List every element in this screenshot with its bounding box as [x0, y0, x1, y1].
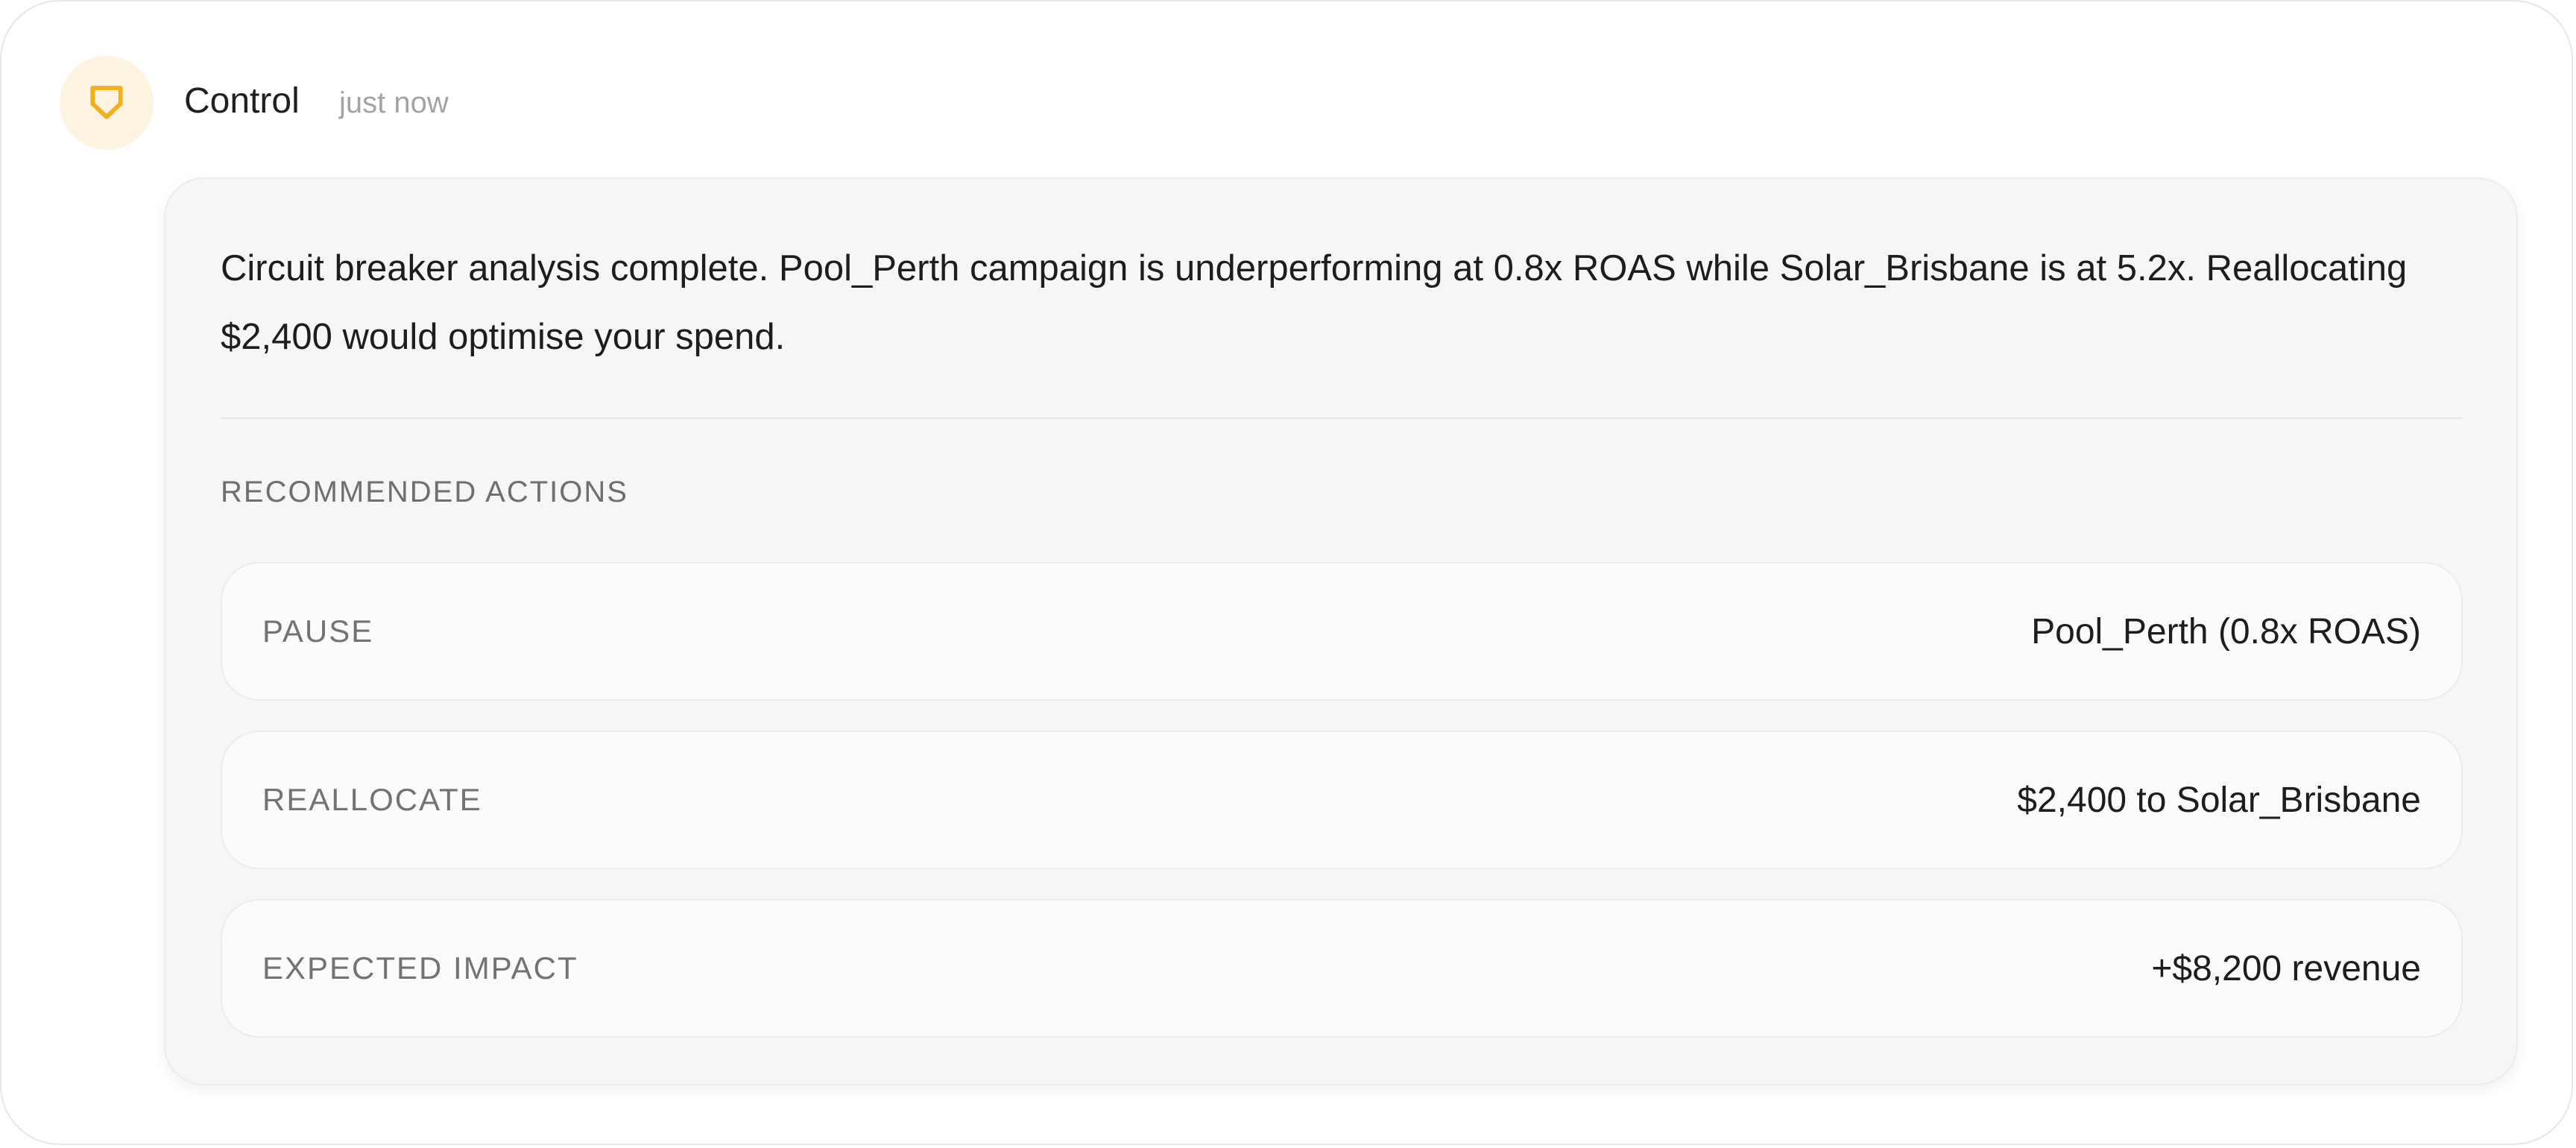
chat-message-card: Control just now Circuit breaker analysi… — [0, 0, 2573, 1145]
action-value: Pool_Perth (0.8x ROAS) — [2031, 611, 2421, 652]
action-value: $2,400 to Solar_Brisbane — [2017, 780, 2421, 820]
recommended-actions-title: RECOMMENDED ACTIONS — [221, 476, 628, 508]
action-value: +$8,200 revenue — [2151, 948, 2421, 988]
message-text: Circuit breaker analysis complete. Pool_… — [221, 248, 2408, 357]
action-label: EXPECTED IMPACT — [262, 950, 578, 985]
message-bubble: Circuit breaker analysis complete. Pool_… — [164, 177, 2518, 1085]
shield-icon — [90, 86, 123, 119]
avatar — [60, 56, 154, 150]
action-row-pause[interactable]: PAUSE Pool_Perth (0.8x ROAS) — [221, 562, 2463, 701]
divider — [221, 417, 2463, 419]
action-label: PAUSE — [262, 614, 374, 649]
action-row-expected-impact[interactable]: EXPECTED IMPACT +$8,200 revenue — [221, 899, 2463, 1038]
sender-name: Control — [184, 81, 300, 121]
message-timestamp: just now — [339, 86, 449, 119]
action-row-reallocate[interactable]: REALLOCATE $2,400 to Solar_Brisbane — [221, 731, 2463, 869]
action-label: REALLOCATE — [262, 782, 482, 817]
